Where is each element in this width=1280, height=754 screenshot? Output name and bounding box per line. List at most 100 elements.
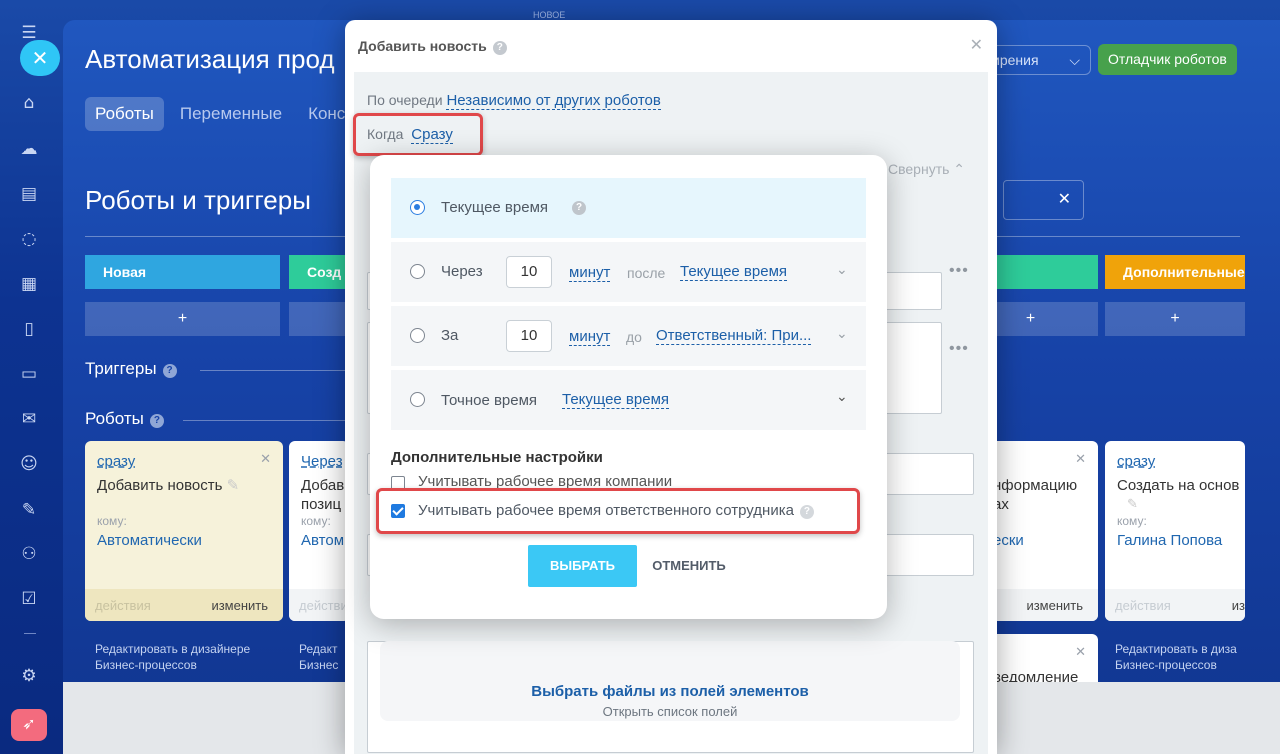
select-files-block[interactable]: Выбрать файлы из полей элементов Открыть…: [380, 641, 960, 721]
tab-variables[interactable]: Переменные: [170, 97, 292, 131]
add-robot-button[interactable]: +: [1105, 302, 1245, 336]
responsible-hours-text: Учитывать рабочее время ответственного с…: [418, 502, 794, 519]
calendar-icon[interactable]: ▦: [18, 273, 40, 295]
queue-label: По очереди: [367, 92, 443, 108]
select-files-title[interactable]: Выбрать файлы из полей элементов: [380, 683, 960, 700]
home-icon[interactable]: ⌂: [18, 92, 40, 114]
radio-current-time[interactable]: [410, 200, 425, 215]
base-time-selector[interactable]: Ответственный: При...: [656, 327, 812, 345]
more-icon[interactable]: •••: [949, 340, 969, 358]
option-label: Точное время: [441, 392, 538, 409]
crm-icon[interactable]: ▭: [18, 363, 40, 385]
robot-name: Добав позиц: [301, 477, 345, 513]
mail-icon[interactable]: ✉: [18, 408, 40, 430]
delay-input[interactable]: 10: [506, 256, 552, 288]
relation-label: до: [626, 329, 642, 345]
page-tabs: Роботы Переменные Конст: [85, 97, 363, 131]
delay-input[interactable]: 10: [506, 320, 552, 352]
base-time-selector[interactable]: Текущее время: [680, 263, 788, 281]
help-icon[interactable]: ?: [572, 201, 586, 215]
robot-card[interactable]: сразу Создать на основ ✎ кому: Галина По…: [1105, 441, 1245, 621]
robot-card[interactable]: сразу ✕ Добавить новость ✎ кому: Автомат…: [85, 441, 283, 621]
cancel-button[interactable]: ОТМЕНИТЬ: [644, 545, 734, 587]
stage-created[interactable]: Созд: [289, 255, 349, 289]
queue-row: По очереди Независимо от других роботов: [367, 92, 661, 110]
tab-robots[interactable]: Роботы: [85, 97, 164, 131]
queue-selector[interactable]: Независимо от других роботов: [446, 92, 661, 110]
divider: [200, 370, 345, 371]
robot-timing[interactable]: сразу: [97, 453, 135, 470]
responsible-hours-highlight: Учитывать рабочее время ответственного с…: [376, 488, 860, 534]
unit-selector[interactable]: минут: [569, 264, 611, 282]
sign-icon[interactable]: ✎: [18, 499, 40, 521]
robot-actions[interactable]: действия: [95, 598, 151, 613]
page-title: Автоматизация прод: [85, 44, 335, 74]
robots-heading: Роботы?: [85, 409, 164, 429]
radio-exact-time[interactable]: [410, 392, 425, 407]
tasks-icon[interactable]: ▤: [18, 183, 40, 205]
close-icon[interactable]: ✕: [1075, 451, 1086, 467]
chat-icon[interactable]: ◌: [18, 228, 40, 250]
option-after[interactable]: Через 10 минут после Текущее время ⌄: [391, 242, 866, 302]
option-before[interactable]: За 10 минут до Ответственный: При... ⌄: [391, 306, 866, 366]
base-time-selector[interactable]: Текущее время: [562, 391, 670, 409]
option-exact-time[interactable]: Точное время Текущее время ⌄: [391, 370, 866, 430]
collapse-label: Свернуть: [888, 161, 950, 177]
help-icon[interactable]: ?: [162, 364, 177, 378]
bp-designer-link[interactable]: Редактировать в диза Бизнес-процессов: [1115, 641, 1245, 673]
robot-name: Создать на основ: [1117, 477, 1240, 494]
robot-actions[interactable]: действия: [1115, 598, 1171, 613]
pencil-icon[interactable]: ✎: [1127, 496, 1138, 512]
radio-before[interactable]: [410, 328, 425, 343]
close-slider-button[interactable]: ✕: [20, 40, 60, 76]
option-current-time[interactable]: Текущее время ?: [391, 178, 866, 238]
close-icon[interactable]: ✕: [260, 451, 271, 467]
close-icon[interactable]: ✕: [1075, 644, 1086, 660]
docs-icon[interactable]: ▯: [18, 318, 40, 340]
stage-new[interactable]: Новая: [85, 255, 280, 289]
robot-card[interactable]: Через Добав позиц кому: Автом действия: [289, 441, 349, 621]
robot-edit-link[interactable]: из: [1232, 598, 1245, 613]
filter-clear-button[interactable]: ✕: [1003, 180, 1084, 220]
help-icon[interactable]: ?: [149, 414, 164, 428]
robot-timing[interactable]: сразу: [1117, 453, 1155, 470]
robot-card-footer: действия из: [1105, 589, 1245, 621]
robot-edit-link[interactable]: изменить: [1026, 598, 1083, 613]
chevron-down-icon[interactable]: ⌄: [836, 389, 850, 405]
robot-debugger-button[interactable]: Отладчик роботов: [1098, 44, 1237, 75]
help-icon[interactable]: ?: [799, 505, 814, 519]
triggers-heading: Триггеры?: [85, 359, 177, 379]
unit-selector[interactable]: минут: [569, 328, 611, 346]
robot-actions[interactable]: действия: [299, 598, 349, 613]
responsible-hours-checkbox[interactable]: [391, 504, 405, 518]
dialog-title: Добавить новость?: [358, 38, 507, 55]
add-robot-button[interactable]: +: [85, 302, 280, 336]
more-icon[interactable]: •••: [949, 262, 969, 280]
bp-designer-link[interactable]: Редактировать в дизайнере Бизнес-процесс…: [95, 641, 275, 673]
checklist-icon[interactable]: ☑: [18, 588, 40, 610]
select-button[interactable]: ВЫБРАТЬ: [528, 545, 637, 587]
collapse-link[interactable]: Свернуть ⌃: [888, 161, 965, 178]
settings-icon[interactable]: ⚙: [18, 665, 40, 687]
bp-designer-link[interactable]: Редакт Бизнес: [299, 641, 347, 673]
feed-icon[interactable]: ☁: [18, 138, 40, 160]
rocket-icon[interactable]: ➶: [11, 709, 47, 741]
chevron-down-icon[interactable]: ⌄: [836, 326, 850, 342]
robot-edit-link[interactable]: изменить: [211, 598, 268, 613]
close-icon[interactable]: ✕: [970, 35, 983, 55]
triggers-label: Триггеры: [85, 359, 157, 378]
help-icon[interactable]: ?: [492, 41, 507, 55]
pencil-icon[interactable]: ✎: [227, 477, 240, 494]
robot-to-value: Автом: [301, 532, 345, 549]
chevron-down-icon[interactable]: ⌄: [836, 262, 850, 278]
robot-icon[interactable]: ⚇: [18, 543, 40, 565]
radio-after[interactable]: [410, 264, 425, 279]
robot-timing[interactable]: Через: [301, 453, 343, 470]
contacts-icon[interactable]: ☺: [18, 453, 40, 475]
divider: [183, 420, 345, 421]
responsible-hours-label[interactable]: Учитывать рабочее время ответственного с…: [418, 502, 814, 519]
add-robot-button[interactable]: [289, 302, 349, 336]
robots-label: Роботы: [85, 409, 144, 428]
stage-additional[interactable]: Дополнительные: [1105, 255, 1245, 289]
top-label: НОВОЕ: [533, 10, 566, 20]
